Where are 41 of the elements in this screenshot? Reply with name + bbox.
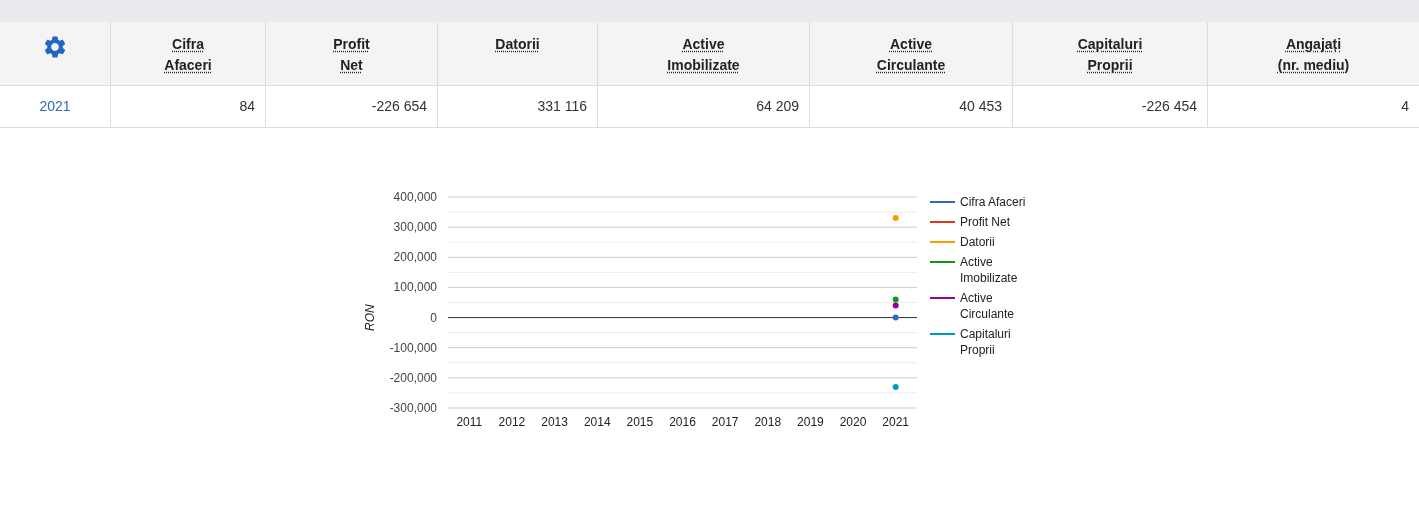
legend-label: Datorii xyxy=(960,235,995,249)
y-tick-label: 400,000 xyxy=(393,190,438,204)
column-header[interactable]: Active Imobilizate xyxy=(667,34,740,85)
x-tick-label: 2013 xyxy=(541,415,569,429)
table-cell-text: 4 xyxy=(1401,97,1409,116)
legend-label: Active Imobilizate xyxy=(960,255,1018,285)
legend-label: Capitaluri Proprii xyxy=(960,327,1011,357)
y-tick-label: 100,000 xyxy=(393,280,438,295)
y-tick-label: 0 xyxy=(430,310,438,325)
x-tick-label: 2012 xyxy=(498,415,526,429)
x-tick-label: 2021 xyxy=(882,415,910,429)
y-tick-label: -100,000 xyxy=(389,340,438,355)
x-tick-label: 2019 xyxy=(797,415,825,429)
x-tick-label: 2011 xyxy=(456,415,483,429)
y-axis-title: RON xyxy=(363,304,377,331)
table-cell-text: 64 209 xyxy=(756,97,799,116)
table-cell-text: -226 454 xyxy=(1141,97,1197,116)
x-tick-label: 2020 xyxy=(839,415,867,429)
y-tick-label: 300,000 xyxy=(393,220,438,235)
column-header[interactable]: Angajați (nr. mediu) xyxy=(1277,34,1350,85)
column-header[interactable]: Active Circulante xyxy=(876,34,946,85)
table-cell-text: 84 xyxy=(239,97,255,116)
x-tick-label: 2017 xyxy=(711,415,739,429)
y-tick-label: 200,000 xyxy=(393,250,438,265)
table-cell-text: 331 116 xyxy=(537,97,587,116)
year-link[interactable]: 2021 xyxy=(39,96,71,117)
legend-label: Cifra Afaceri xyxy=(960,195,1026,209)
legend-label: Profit Net xyxy=(960,215,1010,229)
column-header[interactable]: Capitaluri Proprii xyxy=(1077,34,1143,85)
x-tick-label: 2016 xyxy=(669,415,697,429)
column-header[interactable]: Profit Net xyxy=(333,34,370,85)
column-header[interactable]: Datorii xyxy=(495,34,540,85)
y-tick-label: -200,000 xyxy=(389,370,438,385)
table-cell-text: 40 453 xyxy=(959,97,1002,116)
x-tick-label: 2018 xyxy=(754,415,782,429)
x-tick-label: 2014 xyxy=(583,415,611,429)
x-tick-label: 2015 xyxy=(626,415,654,429)
legend-label: Active Circulante xyxy=(960,291,1015,321)
y-tick-label: -300,000 xyxy=(389,401,438,415)
table-cell-text: -226 654 xyxy=(371,97,427,116)
column-header[interactable]: Cifra Afaceri xyxy=(164,34,212,85)
